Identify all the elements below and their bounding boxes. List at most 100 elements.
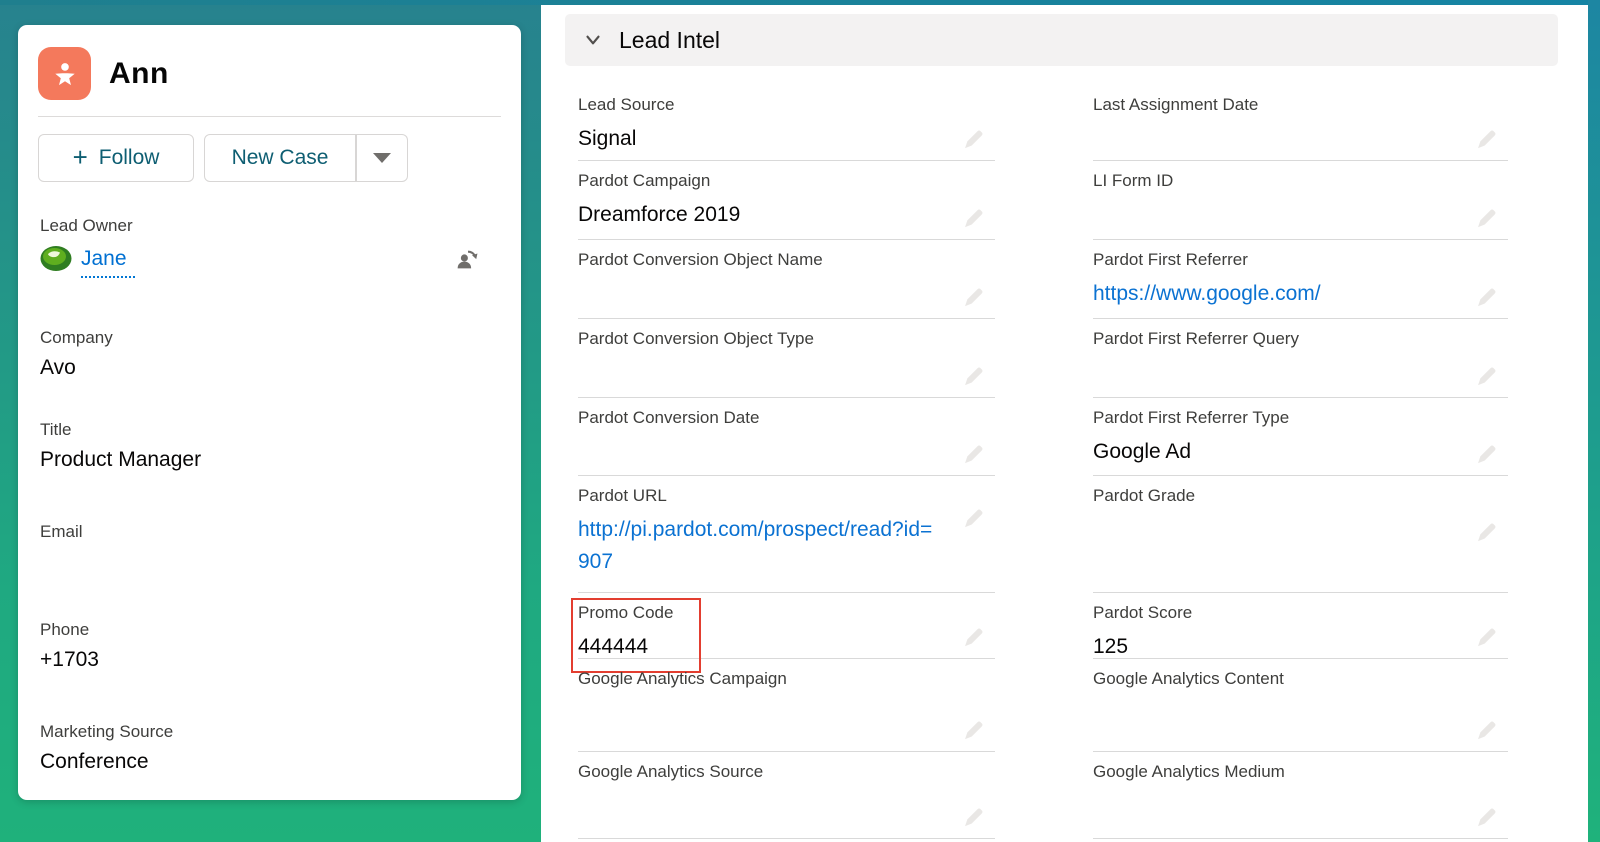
left-gradient-panel: Ann + Follow New Case Lead Owner Jane Co… <box>0 0 541 842</box>
field-label: Google Analytics Content <box>1093 669 1284 688</box>
field-label: Pardot Grade <box>1093 486 1196 505</box>
edit-pencil-icon[interactable] <box>962 207 985 230</box>
field-value: Google Ad <box>1093 440 1192 463</box>
lead-highlights-card: Ann + Follow New Case Lead Owner Jane Co… <box>18 25 521 800</box>
follow-button[interactable]: + Follow <box>38 134 194 182</box>
field-label: Pardot First Referrer Type <box>1093 408 1290 427</box>
edit-pencil-icon[interactable] <box>962 806 985 829</box>
lead-owner-row: Jane <box>40 245 499 272</box>
field-value-link[interactable]: https://www.google.com/ <box>1093 278 1508 310</box>
field-value: Dreamforce 2019 <box>578 203 741 226</box>
field-label: Pardot Score <box>1093 603 1193 622</box>
lead-intel-panel: Lead Intel Lead Source Signal Last Assig… <box>541 5 1588 842</box>
dropdown-triangle-icon <box>372 153 391 163</box>
salesforce-lead-page: Ann + Follow New Case Lead Owner Jane Co… <box>0 0 1600 842</box>
field-phone: Phone +1703 <box>18 620 521 672</box>
field-label: Pardot URL <box>578 486 667 505</box>
edit-pencil-icon[interactable] <box>1475 128 1498 151</box>
chevron-down-icon[interactable] <box>582 29 604 51</box>
edit-pencil-icon[interactable] <box>962 719 985 742</box>
field-lead-source: Lead Source Signal <box>578 85 995 161</box>
field-label: Lead Owner <box>40 216 133 235</box>
owner-dotted-underline <box>81 276 135 278</box>
field-label: Lead Source <box>578 95 675 114</box>
edit-pencil-icon[interactable] <box>962 128 985 151</box>
field-label: Company <box>40 328 113 347</box>
field-pardot-conversion-object-type: Pardot Conversion Object Type <box>578 319 995 398</box>
field-google-analytics-medium: Google Analytics Medium <box>1093 752 1508 839</box>
change-owner-icon[interactable] <box>454 246 481 278</box>
window-top-border <box>0 0 1600 5</box>
field-label: Promo Code <box>578 603 674 622</box>
field-value: Signal <box>578 127 637 150</box>
field-label: Pardot Campaign <box>578 171 711 190</box>
field-pardot-score: Pardot Score 125 <box>1093 593 1508 659</box>
field-label: Phone <box>40 620 90 639</box>
section-title: Lead Intel <box>619 26 721 53</box>
edit-pencil-icon[interactable] <box>1475 626 1498 649</box>
edit-pencil-icon[interactable] <box>962 443 985 466</box>
field-pardot-url: Pardot URL http://pi.pardot.com/prospect… <box>578 476 995 593</box>
edit-pencil-icon[interactable] <box>1475 443 1498 466</box>
field-label: Pardot First Referrer Query <box>1093 329 1299 348</box>
card-header: Ann <box>18 25 521 116</box>
edit-pencil-icon[interactable] <box>1475 207 1498 230</box>
lead-intel-field-grid: Lead Source Signal Last Assignment Date … <box>541 85 1588 839</box>
field-pardot-grade: Pardot Grade <box>1093 476 1508 593</box>
edit-pencil-icon[interactable] <box>962 365 985 388</box>
field-google-analytics-content: Google Analytics Content <box>1093 659 1508 752</box>
field-google-analytics-campaign: Google Analytics Campaign <box>578 659 995 752</box>
field-label: Last Assignment Date <box>1093 95 1259 114</box>
field-value: Avo <box>40 356 76 379</box>
field-value: +1703 <box>40 648 99 671</box>
field-promo-code: Promo Code 444444 <box>571 593 995 673</box>
field-marketing-source: Marketing Source Conference <box>18 722 521 774</box>
field-label: Google Analytics Medium <box>1093 762 1285 781</box>
field-last-assignment-date: Last Assignment Date <box>1093 85 1508 161</box>
avocado-avatar <box>40 245 72 272</box>
field-label: Google Analytics Campaign <box>578 669 787 688</box>
lead-icon <box>38 47 91 100</box>
field-label: LI Form ID <box>1093 171 1174 190</box>
new-case-button-label: New Case <box>231 146 329 169</box>
field-value: Conference <box>40 750 149 773</box>
field-pardot-campaign: Pardot Campaign Dreamforce 2019 <box>578 161 995 240</box>
field-pardot-conversion-date: Pardot Conversion Date <box>578 398 995 476</box>
field-google-analytics-source: Google Analytics Source <box>578 752 995 839</box>
field-value: 125 <box>1093 635 1129 658</box>
action-button-row: + Follow New Case <box>18 117 521 182</box>
record-name: Ann <box>109 56 169 90</box>
field-company: Company Avo <box>18 328 521 380</box>
field-label: Pardot Conversion Object Type <box>578 329 814 348</box>
field-label: Pardot Conversion Date <box>578 408 760 427</box>
edit-pencil-icon[interactable] <box>1475 521 1498 544</box>
field-value: Product Manager <box>40 448 202 471</box>
field-value-link[interactable]: http://pi.pardot.com/prospect/read?id=90… <box>578 514 995 577</box>
lead-intel-section-header[interactable]: Lead Intel <box>565 14 1558 66</box>
new-case-dropdown-button[interactable] <box>356 134 408 182</box>
field-label: Google Analytics Source <box>578 762 764 781</box>
field-pardot-first-referrer-query: Pardot First Referrer Query <box>1093 319 1508 398</box>
edit-pencil-icon[interactable] <box>962 507 985 530</box>
lead-owner-link[interactable]: Jane <box>81 247 127 271</box>
edit-pencil-icon[interactable] <box>1475 806 1498 829</box>
field-label: Email <box>40 522 83 541</box>
field-label: Title <box>40 420 72 439</box>
field-email: Email <box>18 522 521 542</box>
new-case-button[interactable]: New Case <box>204 134 356 182</box>
field-li-form-id: LI Form ID <box>1093 161 1508 240</box>
field-pardot-conversion-object-name: Pardot Conversion Object Name <box>578 240 995 319</box>
follow-button-label: Follow <box>98 146 160 169</box>
edit-pencil-icon[interactable] <box>1475 719 1498 742</box>
field-label: Pardot First Referrer <box>1093 250 1248 269</box>
edit-pencil-icon[interactable] <box>962 626 985 649</box>
edit-pencil-icon[interactable] <box>1475 365 1498 388</box>
edit-pencil-icon[interactable] <box>962 286 985 309</box>
field-lead-owner: Lead Owner Jane <box>18 216 521 278</box>
field-label: Marketing Source <box>40 722 174 741</box>
edit-pencil-icon[interactable] <box>1475 286 1498 309</box>
field-title: Title Product Manager <box>18 420 521 472</box>
window-right-border <box>1588 0 1600 842</box>
field-label: Pardot Conversion Object Name <box>578 250 823 269</box>
plus-icon: + <box>72 141 88 172</box>
